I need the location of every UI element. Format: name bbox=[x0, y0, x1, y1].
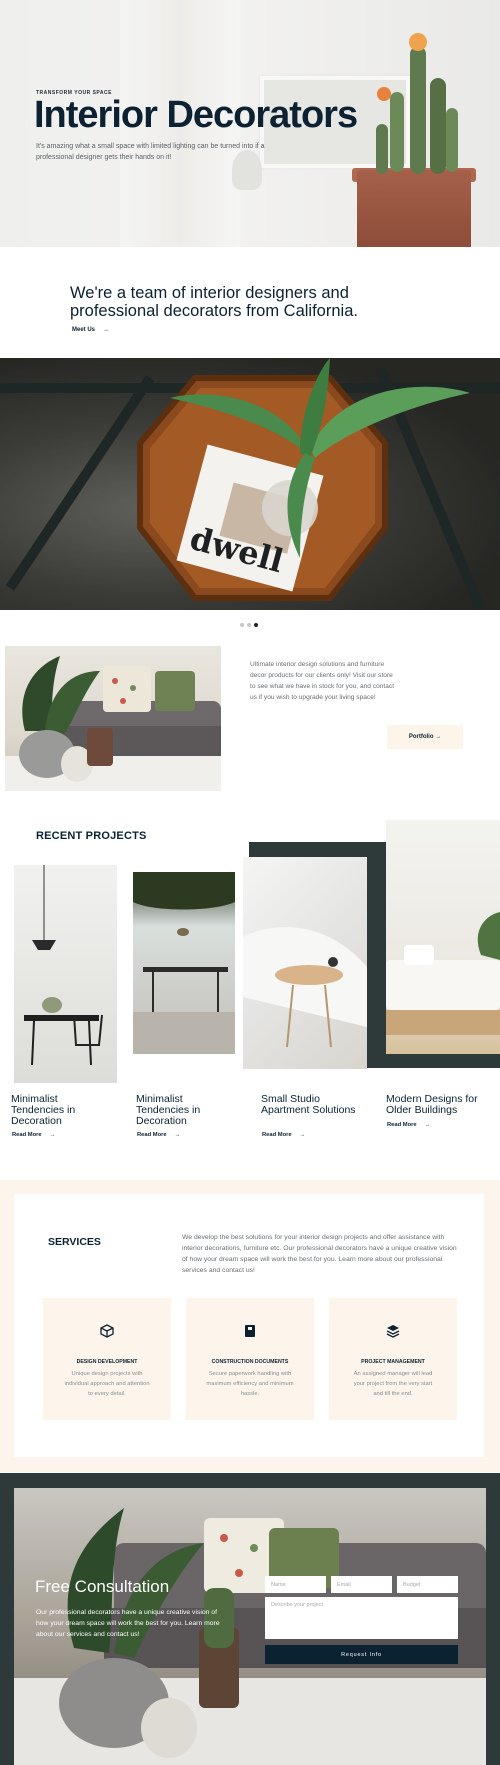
recent-projects-title: RECENT PROJECTS bbox=[36, 830, 147, 842]
arrow-right-icon: → bbox=[49, 1132, 56, 1138]
meet-us-label: Meet Us bbox=[72, 327, 96, 333]
carousel-dot[interactable] bbox=[240, 623, 244, 627]
project-title[interactable]: Modern Designs for Older Buildings bbox=[386, 1094, 496, 1116]
store-description: Ultimate interior design solutions and f… bbox=[250, 661, 395, 701]
arrow-right-icon: → bbox=[103, 327, 110, 333]
cactus-image bbox=[376, 33, 458, 174]
read-more-label: Read More bbox=[12, 1132, 42, 1138]
dining-room-illustration bbox=[24, 865, 103, 1066]
team-heading: We're a team of interior designers and p… bbox=[70, 284, 358, 320]
project-image[interactable] bbox=[243, 857, 367, 1069]
read-more-link[interactable]: Read More → bbox=[137, 1132, 180, 1138]
project-title[interactable]: Minimalist Tendencies in Decoration bbox=[136, 1094, 231, 1127]
carousel-dots bbox=[240, 614, 261, 632]
read-more-label: Read More bbox=[387, 1122, 417, 1128]
read-more-label: Read More bbox=[262, 1132, 292, 1138]
project-title[interactable]: Small Studio Apartment Solutions bbox=[261, 1094, 356, 1116]
coffee-table-image: dwell bbox=[0, 358, 500, 610]
service-text: An assigned manager will lead your proje… bbox=[353, 1371, 433, 1397]
sofa-plant-image bbox=[5, 646, 221, 791]
service-card-management: PROJECT MANAGEMENT An assigned manager w… bbox=[329, 1298, 457, 1420]
book-icon bbox=[245, 1325, 255, 1337]
services-description: We develop the best solutions for your i… bbox=[182, 1234, 457, 1274]
meet-us-link[interactable]: Meet Us → bbox=[72, 327, 109, 333]
studio-apartment-illustration bbox=[243, 927, 367, 1048]
hero-description: It's amazing what a small space with lim… bbox=[36, 143, 265, 161]
cafe-interior-illustration bbox=[133, 872, 235, 1054]
service-text: Unique design projects with individual a… bbox=[64, 1371, 150, 1397]
service-text: Secure paperwork handling with maximum e… bbox=[206, 1371, 294, 1397]
read-more-label: Read More bbox=[137, 1132, 167, 1138]
service-card-design: DESIGN DEVELOPMENT Unique design project… bbox=[43, 1298, 171, 1420]
carousel-dot[interactable] bbox=[247, 623, 251, 627]
portfolio-button[interactable]: Portfolio → bbox=[387, 725, 463, 749]
bedroom-illustration bbox=[386, 912, 500, 1035]
plant-pot bbox=[357, 170, 471, 247]
arrow-right-icon: → bbox=[174, 1132, 181, 1138]
project-image[interactable] bbox=[133, 872, 235, 1054]
layers-icon bbox=[386, 1325, 400, 1338]
carousel-dot-active[interactable] bbox=[254, 623, 258, 627]
arrow-right-icon: → bbox=[424, 1122, 431, 1128]
cube-icon bbox=[100, 1324, 114, 1338]
hero-title: Interior Decorators bbox=[34, 94, 358, 136]
read-more-link[interactable]: Read More → bbox=[12, 1132, 55, 1138]
coffee-table-illustration: dwell bbox=[0, 358, 500, 610]
request-info-button[interactable]: Request Info bbox=[265, 1645, 458, 1664]
sofa-plant-illustration bbox=[5, 656, 221, 791]
services-title: SERVICES bbox=[48, 1236, 101, 1248]
read-more-link[interactable]: Read More → bbox=[387, 1122, 430, 1128]
budget-input[interactable] bbox=[397, 1576, 458, 1593]
project-title[interactable]: Minimalist Tendencies in Decoration bbox=[11, 1094, 106, 1127]
email-input[interactable] bbox=[331, 1576, 392, 1593]
service-name: DESIGN DEVELOPMENT bbox=[76, 1359, 138, 1365]
consultation-description: Our professional decorators have a uniqu… bbox=[36, 1609, 220, 1638]
project-image[interactable] bbox=[386, 820, 500, 1054]
arrow-right-icon: → bbox=[299, 1132, 306, 1138]
name-input[interactable] bbox=[265, 1576, 326, 1593]
read-more-link[interactable]: Read More → bbox=[262, 1132, 305, 1138]
project-description-input[interactable] bbox=[265, 1597, 458, 1639]
consultation-title: Free Consultation bbox=[35, 1577, 170, 1596]
project-image[interactable] bbox=[14, 865, 117, 1083]
service-name: CONSTRUCTION DOCUMENTS bbox=[211, 1359, 289, 1365]
service-name: PROJECT MANAGEMENT bbox=[361, 1359, 425, 1365]
service-card-construction: CONSTRUCTION DOCUMENTS Secure paperwork … bbox=[186, 1298, 314, 1420]
